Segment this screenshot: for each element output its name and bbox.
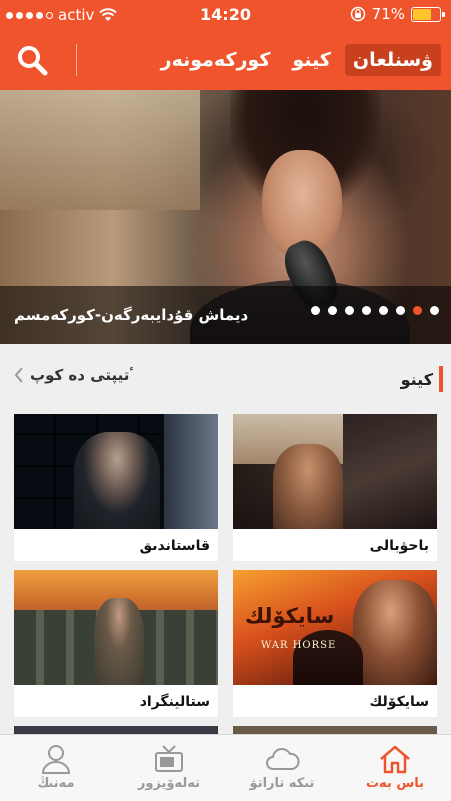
status-right: 71% [350, 5, 445, 23]
pager-dot[interactable] [345, 306, 354, 315]
movie-poster [14, 570, 218, 685]
pager-dot[interactable] [413, 306, 422, 315]
section-title: كينو [400, 370, 433, 389]
movie-title: سايكۆلك [369, 694, 430, 710]
cloud-icon [266, 748, 300, 770]
user-icon [41, 745, 71, 774]
pager-dot[interactable] [430, 306, 439, 315]
tab-tv[interactable]: تەلەۆيزور [113, 735, 225, 801]
nav-tabs: ۋسنلعان كينو كوركەمونەر [153, 44, 441, 76]
tab-live[interactable]: تىكە تاراتۋ [226, 735, 338, 801]
pager-dot[interactable] [362, 306, 371, 315]
tab-art[interactable]: كوركەمونەر [153, 44, 279, 76]
movie-card[interactable]: باحۋبالى [233, 414, 437, 561]
search-icon [18, 46, 48, 76]
hero-banner[interactable]: ديماش قۇدايبەرگەن-كوركەمسم [0, 90, 451, 344]
poster-title-text: سايكۆلك [245, 604, 335, 628]
movie-card[interactable]: قاستاندىق [14, 414, 218, 561]
nav-divider [76, 44, 77, 76]
home-icon [380, 745, 410, 774]
pager-dot[interactable] [396, 306, 405, 315]
movie-poster: سايكۆلك WAR HORSE [233, 570, 437, 685]
banner-caption: ديماش قۇدايبەرگەن-كوركەمسم [14, 306, 249, 324]
movie-title: باحۋبالى [369, 538, 429, 554]
battery-icon [411, 6, 445, 22]
status-bar: activ 14:20 71% [0, 0, 451, 30]
movie-card-partial [14, 726, 218, 734]
tab-home-label: باس بەت [365, 776, 425, 791]
tab-cinema[interactable]: كينو [284, 44, 338, 76]
section-header: كينو ٴتيپتى دە كوپ [0, 358, 451, 402]
pager-dot[interactable] [379, 306, 388, 315]
battery-percent: 71% [371, 5, 405, 23]
tab-home[interactable]: باس بەت [339, 735, 451, 801]
more-link[interactable]: ٴتيپتى دە كوپ [14, 366, 134, 384]
movie-poster [14, 414, 218, 529]
banner-pager[interactable] [311, 306, 439, 315]
tab-profile-label: مەنىڭ [37, 776, 75, 791]
bottom-tab-bar: باس بەت تىكە تاراتۋ تەلەۆيزور مەنىڭ [0, 734, 451, 801]
section-marker [439, 366, 443, 392]
more-link-label: ٴتيپتى دە كوپ [30, 366, 134, 384]
pager-dot[interactable] [311, 306, 320, 315]
movie-poster [233, 414, 437, 529]
top-nav: ۋسنلعان كينو كوركەمونەر [0, 30, 451, 90]
movie-title: ستالينگراد [139, 694, 210, 710]
movie-card[interactable]: ستالينگراد [14, 570, 218, 717]
tab-live-label: تىكە تاراتۋ [249, 776, 315, 791]
movie-card[interactable]: سايكۆلك WAR HORSE سايكۆلك [233, 570, 437, 717]
movie-card-partial [233, 726, 437, 734]
movie-title: قاستاندىق [139, 538, 210, 554]
pager-dot[interactable] [328, 306, 337, 315]
poster-subtitle-text: WAR HORSE [261, 640, 337, 651]
chevron-left-icon [14, 367, 23, 383]
tab-profile[interactable]: مەنىڭ [0, 735, 112, 801]
tab-tv-label: تەلەۆيزور [137, 776, 201, 791]
search-button[interactable] [10, 38, 54, 82]
tab-recommended[interactable]: ۋسنلعان [344, 44, 441, 76]
orientation-lock-icon [350, 6, 365, 22]
tv-icon [155, 745, 183, 772]
